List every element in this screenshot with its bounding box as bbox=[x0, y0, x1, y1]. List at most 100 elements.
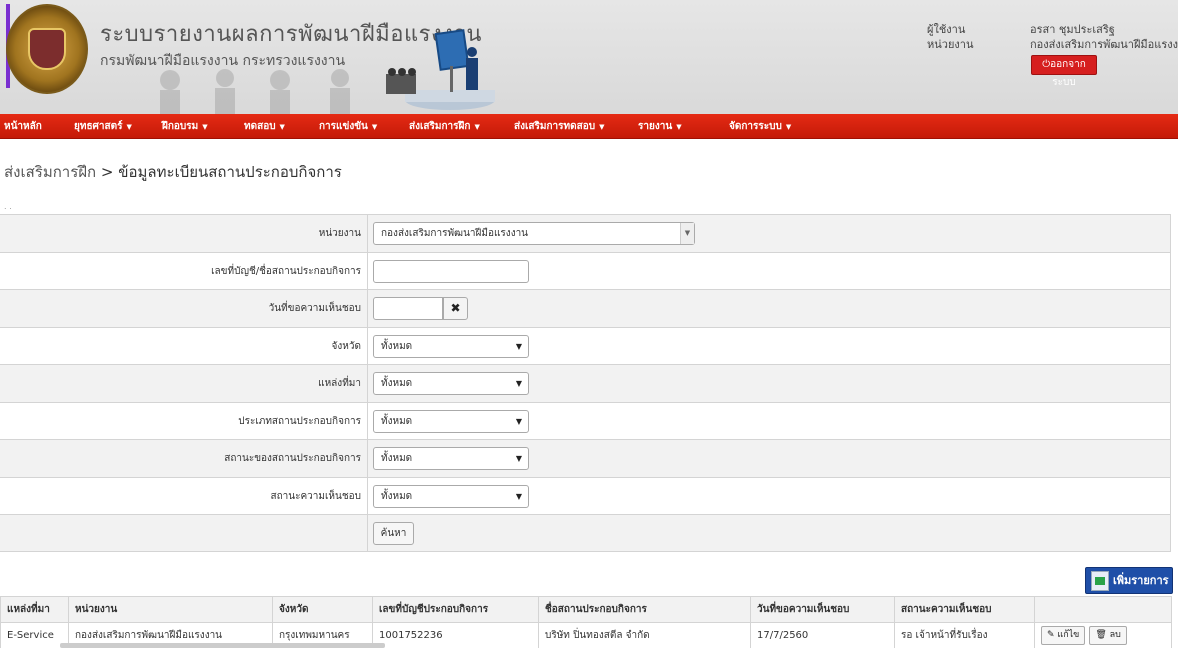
delete-button[interactable]: 🗑 ลบ bbox=[1089, 626, 1127, 645]
edit-button[interactable]: ✎ แก้ไข bbox=[1041, 626, 1086, 645]
form-row-request-date: วันที่ขอความเห็นชอบ ✖ bbox=[0, 289, 1171, 327]
type-select-value: ทั้งหมด bbox=[381, 415, 413, 427]
form-row-search: ค้นหา bbox=[0, 514, 1171, 552]
province-select[interactable]: ทั้งหมด ▼ bbox=[373, 334, 529, 358]
account-input[interactable] bbox=[373, 259, 529, 283]
logout-label: ออกจากระบบ bbox=[1050, 59, 1086, 88]
approval-select[interactable]: ทั้งหมด ▼ bbox=[373, 484, 529, 508]
cell-account-no: 1001752236 bbox=[372, 622, 539, 648]
nav-label: ฝึกอบรม bbox=[162, 121, 199, 132]
table-header-row: แหล่งที่มา หน่วยงาน จังหวัด เลขที่บัญชีป… bbox=[0, 596, 1172, 623]
form-row-source: แหล่งที่มา ทั้งหมด ▼ bbox=[0, 364, 1171, 402]
clear-date-button[interactable]: ✖ bbox=[443, 297, 468, 320]
form-divider bbox=[367, 215, 368, 252]
nav-label: ส่งเสริมการทดสอบ bbox=[514, 121, 596, 132]
main-nav: หน้าหลัก ยุทธศาสตร์ ▼ ฝึกอบรม ▼ ทดสอบ ▼ การ… bbox=[0, 114, 1178, 139]
nav-item-home[interactable]: หน้าหลัก bbox=[4, 114, 42, 139]
spacer-dots: . . bbox=[4, 202, 12, 211]
power-icon: ⏻ bbox=[1042, 59, 1051, 70]
form-row-province: จังหวัด ทั้งหมด ▼ bbox=[0, 326, 1171, 364]
col-header-unit[interactable]: หน่วยงาน bbox=[68, 596, 273, 623]
caret-down-icon: ▼ bbox=[515, 416, 522, 426]
caret-down-icon: ▼ bbox=[474, 123, 480, 131]
nav-label: ทดสอบ bbox=[244, 121, 276, 132]
source-label: แหล่งที่มา bbox=[318, 378, 361, 389]
form-divider bbox=[367, 365, 368, 402]
nav-label: หน้าหลัก bbox=[4, 121, 42, 132]
logout-button[interactable]: ⏻ออกจากระบบ bbox=[1031, 55, 1097, 88]
nav-item-training-promotion[interactable]: ส่งเสริมการฝึก ▼ bbox=[409, 114, 480, 139]
province-select-value: ทั้งหมด bbox=[381, 340, 413, 352]
breadcrumb-separator: > bbox=[100, 163, 114, 181]
type-select[interactable]: ทั้งหมด ▼ bbox=[373, 409, 529, 433]
nav-label: รายงาน bbox=[638, 121, 673, 132]
caret-down-icon: ▼ bbox=[599, 123, 605, 131]
edit-label: แก้ไข bbox=[1057, 630, 1080, 640]
logo-emblem bbox=[28, 28, 66, 70]
request-date-input[interactable] bbox=[373, 297, 443, 320]
nav-label: จัดการระบบ bbox=[729, 121, 782, 132]
cell-company: บริษัท ปิ่นทองสตีล จำกัด bbox=[538, 622, 751, 648]
user-label: ผู้ใช้งาน bbox=[927, 23, 966, 36]
col-header-company[interactable]: ชื่อสถานประกอบกิจการ bbox=[538, 596, 751, 623]
col-header-approval-status[interactable]: สถานะความเห็นชอบ bbox=[894, 596, 1035, 623]
breadcrumb: ส่งเสริมการฝึก > ข้อมูลทะเบียนสถานประกอบ… bbox=[4, 160, 342, 184]
form-row-type: ประเภทสถานประกอบกิจการ ทั้งหมด ▼ bbox=[0, 401, 1171, 439]
caret-down-icon: ▼ bbox=[515, 491, 522, 501]
nav-item-training[interactable]: ฝึกอบรม ▼ bbox=[162, 114, 208, 139]
search-form: หน่วยงาน กองส่งเสริมการพัฒนาฝีมือแรงงาน … bbox=[0, 214, 1171, 552]
worker-silhouettes-icon bbox=[160, 69, 350, 114]
department-logo bbox=[6, 4, 88, 94]
cell-source: E-Service bbox=[0, 622, 69, 648]
status-select[interactable]: ทั้งหมด ▼ bbox=[373, 447, 529, 470]
col-header-source[interactable]: แหล่งที่มา bbox=[0, 596, 69, 623]
province-label: จังหวัด bbox=[331, 340, 361, 352]
form-row-approval: สถานะความเห็นชอบ ทั้งหมด ▼ bbox=[0, 476, 1171, 514]
form-divider bbox=[367, 327, 368, 364]
nav-item-system-admin[interactable]: จัดการระบบ ▼ bbox=[729, 114, 791, 139]
nav-item-strategy[interactable]: ยุทธศาสตร์ ▼ bbox=[74, 114, 132, 139]
unit-label: หน่วยงาน bbox=[318, 228, 361, 239]
cell-approval-status: รอ เจ้าหน้าที่รับเรื่อง bbox=[894, 622, 1035, 648]
breadcrumb-parent[interactable]: ส่งเสริมการฝึก bbox=[4, 163, 96, 181]
request-date-label: วันที่ขอความเห็นชอบ bbox=[268, 303, 361, 314]
caret-down-icon: ▼ bbox=[676, 123, 682, 131]
caret-down-icon: ▼ bbox=[785, 123, 792, 131]
source-select[interactable]: ทั้งหมด ▼ bbox=[373, 372, 529, 395]
form-divider bbox=[367, 402, 368, 439]
caret-down-icon: ▼ bbox=[515, 341, 522, 351]
delete-label: ลบ bbox=[1109, 630, 1121, 640]
col-header-request-date[interactable]: วันที่ขอความเห็นชอบ bbox=[750, 596, 895, 623]
close-icon: ✖ bbox=[450, 301, 461, 315]
add-record-label: เพิ่มรายการ bbox=[1113, 574, 1169, 587]
type-label: ประเภทสถานประกอบกิจการ bbox=[238, 415, 361, 427]
nav-item-reports[interactable]: รายงาน ▼ bbox=[638, 114, 682, 139]
approval-select-value: ทั้งหมด bbox=[381, 490, 413, 502]
nav-label: ส่งเสริมการฝึก bbox=[409, 121, 471, 132]
nav-item-testing-promotion[interactable]: ส่งเสริมการทดสอบ ▼ bbox=[514, 114, 604, 139]
col-header-province[interactable]: จังหวัด bbox=[272, 596, 373, 623]
unit-select-value: กองส่งเสริมการพัฒนาฝีมือแรงงาน bbox=[381, 228, 529, 239]
breadcrumb-current: ข้อมูลทะเบียนสถานประกอบกิจการ bbox=[118, 163, 342, 181]
cell-actions: ✎ แก้ไข 🗑 ลบ bbox=[1034, 622, 1172, 648]
source-select-value: ทั้งหมด bbox=[381, 378, 413, 389]
pencil-icon: ✎ bbox=[1047, 630, 1058, 640]
form-divider bbox=[367, 440, 368, 477]
results-table: แหล่งที่มา หน่วยงาน จังหวัด เลขที่บัญชีป… bbox=[0, 596, 1172, 648]
unit-select[interactable]: กองส่งเสริมการพัฒนาฝีมือแรงงาน ▼ bbox=[373, 222, 695, 245]
user-name: อรสา ชุมประเสริฐ bbox=[1030, 23, 1115, 36]
form-divider bbox=[367, 290, 368, 327]
caret-down-icon: ▼ bbox=[515, 379, 522, 388]
search-button[interactable]: ค้นหา bbox=[373, 522, 414, 545]
col-header-account-no[interactable]: เลขที่บัญชีประกอบกิจการ bbox=[372, 596, 539, 623]
form-row-status: สถานะของสถานประกอบกิจการ ทั้งหมด ▼ bbox=[0, 439, 1171, 477]
caret-down-icon: ▼ bbox=[371, 123, 378, 131]
caret-down-icon: ▼ bbox=[515, 454, 522, 463]
add-record-button[interactable]: เพิ่มรายการ bbox=[1085, 567, 1173, 594]
status-select-value: ทั้งหมด bbox=[381, 453, 413, 464]
user-unit: กองส่งเสริมการพัฒนาฝีมือแรงงาน bbox=[1030, 38, 1178, 51]
nav-item-competition[interactable]: การแข่งขัน ▼ bbox=[319, 114, 377, 139]
user-values: อรสา ชุมประเสริฐ กองส่งเสริมการพัฒนาฝีมื… bbox=[1030, 22, 1178, 52]
horizontal-scrollbar[interactable] bbox=[60, 643, 385, 648]
nav-item-testing[interactable]: ทดสอบ ▼ bbox=[244, 114, 285, 139]
